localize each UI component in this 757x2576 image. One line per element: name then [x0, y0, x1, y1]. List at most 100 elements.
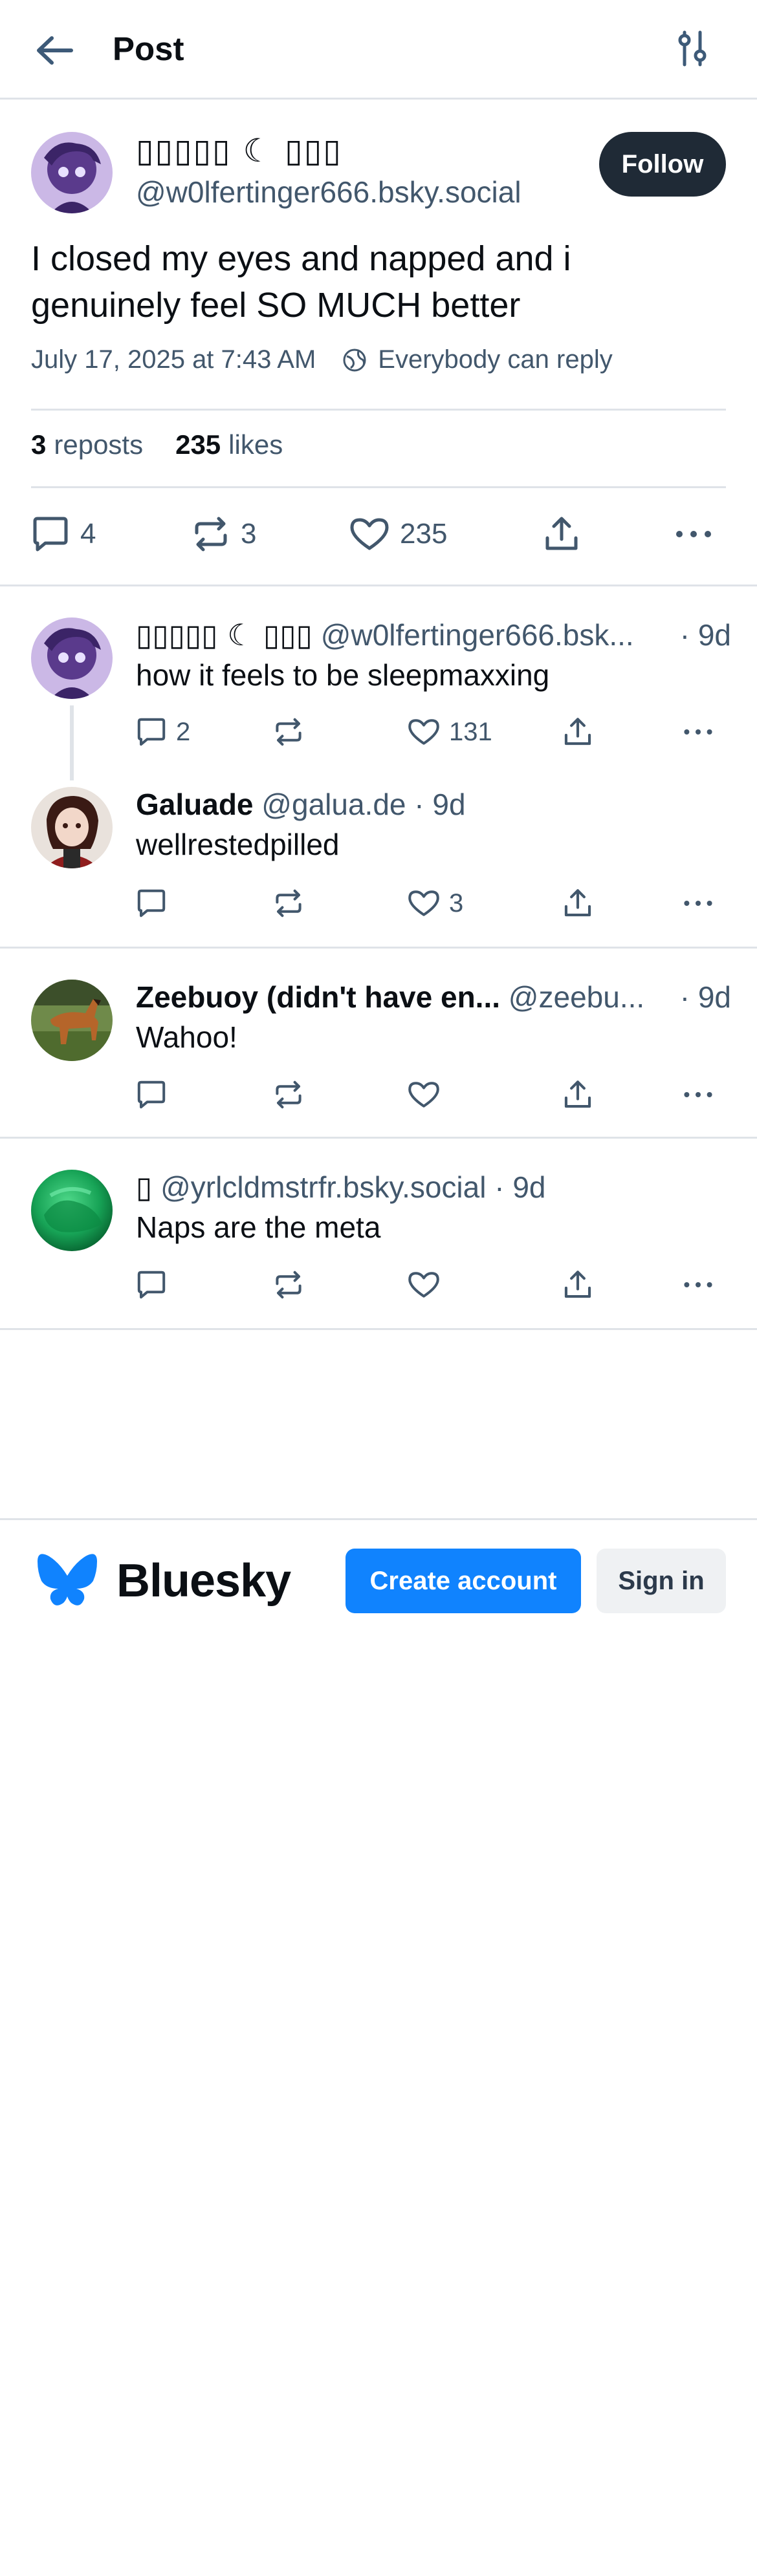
engagement-counts: 3 reposts 235 likes	[31, 429, 315, 460]
like-count: 235	[400, 518, 448, 550]
follow-button[interactable]: Follow	[599, 132, 726, 197]
post-date[interactable]: July 17, 2025 at 7:43 AM	[31, 345, 316, 374]
more-button[interactable]	[682, 713, 723, 751]
like-count: 131	[449, 717, 492, 746]
create-account-button[interactable]: Create account	[346, 1549, 581, 1613]
reply-icon	[137, 889, 166, 918]
like-icon	[408, 1082, 439, 1108]
more-button[interactable]	[682, 884, 723, 923]
reply-item[interactable]: ▯▯▯▯▯ ☾ ▯▯▯ @w0lfertinger666.bsk... · 9d…	[0, 586, 757, 770]
thread-options-button[interactable]	[673, 30, 712, 69]
reply-button[interactable]: 4	[31, 508, 96, 560]
reply-author-handle[interactable]: @yrlcldmstrfr.bsky.social	[160, 1170, 486, 1204]
share-button[interactable]	[563, 1265, 602, 1304]
reposts-count: 3	[31, 429, 47, 460]
sign-in-button[interactable]: Sign in	[597, 1549, 726, 1613]
reply-actions: 2 131	[136, 713, 718, 751]
repost-icon	[276, 1271, 302, 1299]
reply-author-handle[interactable]: @galua.de	[261, 788, 406, 821]
reply-button[interactable]: 2	[136, 713, 190, 751]
like-button[interactable]	[408, 1075, 449, 1114]
share-icon	[564, 889, 591, 917]
avatar[interactable]	[31, 617, 113, 699]
main-post: ▯▯▯▯▯ ☾ ▯▯▯ @w0lfertinger666.bsky.social…	[0, 100, 757, 586]
brand-logo[interactable]: Bluesky	[35, 1552, 291, 1609]
like-count: 3	[449, 888, 464, 918]
reply-icon	[137, 1080, 166, 1109]
repost-button[interactable]	[273, 884, 313, 923]
post-meta: July 17, 2025 at 7:43 AM Everybody can r…	[31, 345, 613, 374]
post-actions: 4 3 235	[31, 508, 726, 560]
reply-author-name[interactable]: Galuade	[136, 788, 254, 821]
repost-icon	[276, 718, 302, 746]
reply-author-name[interactable]: ▯▯▯▯▯ ☾ ▯▯▯	[136, 617, 313, 652]
divider	[31, 486, 726, 488]
reply-author-handle[interactable]: @w0lfertinger666.bsk...	[321, 618, 634, 652]
share-button[interactable]	[563, 713, 602, 751]
reply-count: 2	[176, 717, 191, 746]
like-button[interactable]: 235	[349, 508, 447, 560]
more-button[interactable]	[682, 1075, 723, 1114]
reply-time[interactable]: · 9d	[494, 1170, 545, 1204]
reply-text: how it feels to be sleepmaxxing	[136, 658, 550, 692]
top-bar: Post	[0, 0, 757, 100]
filter-sliders-icon	[678, 30, 707, 67]
post-text: I closed my eyes and napped and i genuin…	[31, 239, 571, 325]
repost-count: 3	[241, 518, 257, 550]
reply-header: ▯▯▯▯▯ ☾ ▯▯▯ @w0lfertinger666.bsk... · 9d	[136, 617, 731, 652]
avatar[interactable]	[31, 132, 113, 213]
more-button[interactable]	[682, 1265, 723, 1304]
like-button[interactable]: 131	[408, 713, 492, 751]
reply-button[interactable]	[136, 1075, 176, 1114]
reply-time[interactable]: · 9d	[673, 617, 731, 652]
like-icon	[408, 719, 439, 745]
reply-author-name[interactable]: Zeebuoy (didn't have en...	[136, 980, 500, 1014]
reply-author-handle[interactable]: @zeebu...	[509, 980, 644, 1014]
more-button[interactable]	[674, 508, 723, 560]
brand-name: Bluesky	[116, 1555, 291, 1607]
reply-item[interactable]: ▯ @yrlcldmstrfr.bsky.social · 9d Naps ar…	[0, 1139, 757, 1330]
reply-actions	[136, 1265, 718, 1304]
divider	[0, 1328, 757, 1330]
repost-button[interactable]	[273, 1265, 313, 1304]
likes-count: 235	[175, 429, 221, 460]
avatar[interactable]	[31, 787, 113, 868]
reply-text: Wahoo!	[136, 1020, 237, 1054]
reposts-count-link[interactable]: 3 reposts	[31, 429, 143, 460]
repost-button[interactable]	[273, 1075, 313, 1114]
like-button[interactable]	[408, 1265, 449, 1304]
repost-button[interactable]	[273, 713, 313, 751]
likes-label: likes	[228, 429, 283, 460]
like-button[interactable]: 3	[408, 884, 463, 923]
share-button[interactable]	[543, 508, 590, 560]
repost-button[interactable]: 3	[192, 508, 256, 560]
reposts-label: reposts	[54, 429, 144, 460]
avatar[interactable]	[31, 1170, 113, 1251]
reply-icon	[137, 1271, 166, 1299]
avatar[interactable]	[31, 980, 113, 1061]
reply-item[interactable]: Galuade @galua.de · 9d wellrestedpilled …	[0, 761, 757, 949]
share-button[interactable]	[563, 884, 602, 923]
back-button[interactable]	[35, 31, 80, 70]
reply-permission-label: Everybody can reply	[378, 345, 613, 374]
share-button[interactable]	[563, 1075, 602, 1114]
reply-button[interactable]	[136, 884, 176, 923]
more-icon	[676, 531, 711, 537]
reply-header: Zeebuoy (didn't have en... @zeebu... · 9…	[136, 980, 731, 1014]
bluesky-butterfly-icon	[38, 1554, 97, 1605]
globe-icon	[343, 349, 366, 371]
reply-item[interactable]: Zeebuoy (didn't have en... @zeebu... · 9…	[0, 949, 757, 1139]
reply-time[interactable]: · 9d	[673, 980, 731, 1014]
repost-icon	[195, 517, 227, 552]
author-name[interactable]: ▯▯▯▯▯ ☾ ▯▯▯	[136, 132, 342, 169]
share-icon	[564, 1080, 591, 1108]
more-icon	[684, 901, 712, 906]
reply-author-name[interactable]: ▯	[136, 1170, 152, 1205]
author-handle[interactable]: @w0lfertinger666.bsky.social	[136, 175, 521, 209]
reply-header: Galuade @galua.de · 9d	[136, 787, 731, 822]
thread-line	[70, 761, 74, 780]
reply-time[interactable]: · 9d	[414, 788, 465, 821]
reply-button[interactable]	[136, 1265, 176, 1304]
divider	[31, 409, 726, 411]
likes-count-link[interactable]: 235 likes	[175, 429, 283, 460]
